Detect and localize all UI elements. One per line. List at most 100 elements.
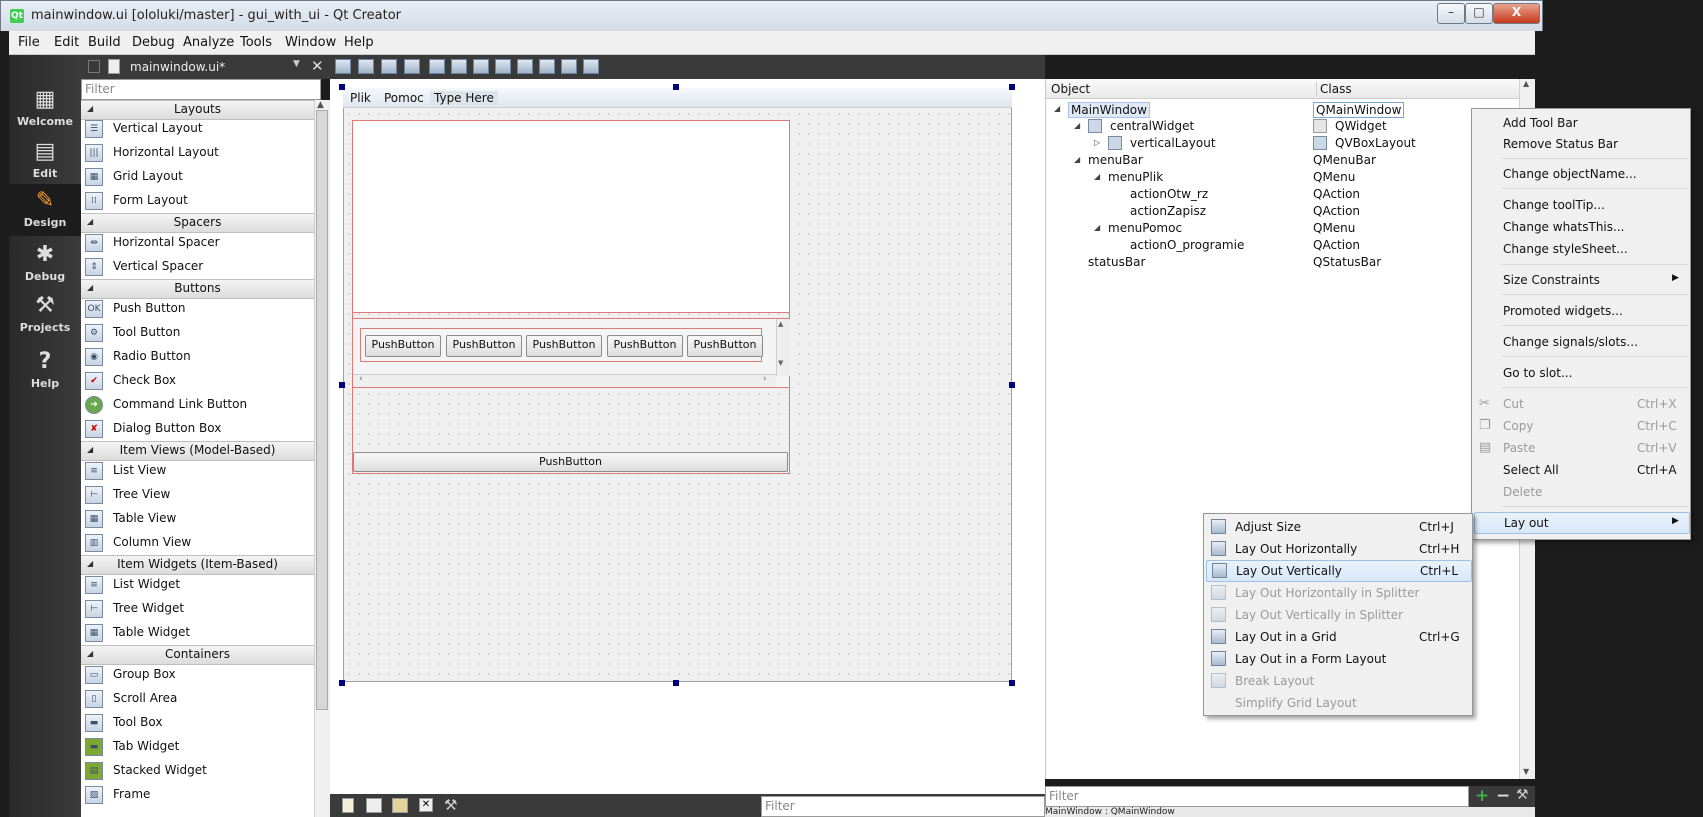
close-document-icon[interactable]: ✕ <box>311 57 324 75</box>
scroll-up-arrow-icon[interactable]: ▲ <box>778 320 783 328</box>
menu-item-promoted-widgets[interactable]: Promoted widgets... <box>1472 301 1690 321</box>
scroll-left-arrow-icon[interactable]: ‹ <box>359 374 363 384</box>
scroll-up-arrow-icon[interactable]: ▲ <box>317 100 324 110</box>
mode-help[interactable]: ? Help <box>9 345 81 397</box>
scroll-down-arrow-icon[interactable]: ▼ <box>1523 767 1529 776</box>
widget-tool-box[interactable]: ▬ Tool Box <box>81 711 314 735</box>
expand-arrow-icon[interactable]: ◢ <box>1054 104 1060 113</box>
tree-row-menuplik[interactable]: ◢ menuPlik QMenu <box>1046 169 1535 186</box>
resize-handle[interactable] <box>1009 84 1015 90</box>
form-menu-pomoc[interactable]: Pomoc <box>384 91 424 105</box>
scrollbar-thumb[interactable] <box>316 110 328 710</box>
collapsed-arrow-icon[interactable]: ▷ <box>1094 138 1100 147</box>
widget-horizontal-layout[interactable]: ||| Horizontal Layout <box>81 141 314 165</box>
edit-tab-order-icon[interactable] <box>404 59 420 74</box>
widget-table-view[interactable]: ▦ Table View <box>81 507 314 531</box>
menu-item-size-constraints[interactable]: Size Constraints ▶ <box>1472 270 1690 290</box>
form-push-button-1[interactable]: PushButton <box>365 335 441 357</box>
widget-box-scrollbar[interactable]: ▲ <box>314 100 330 817</box>
menu-item-break-layout[interactable]: Break Layout <box>1204 671 1472 691</box>
category-buttons[interactable]: ◢ Buttons <box>81 279 314 299</box>
chevron-down-icon[interactable]: ▼ <box>293 59 300 69</box>
menu-window[interactable]: Window <box>285 35 336 50</box>
resize-handle[interactable] <box>339 382 345 388</box>
class-column-header[interactable]: Class <box>1316 82 1352 96</box>
category-item-widgets[interactable]: ◢ Item Widgets (Item-Based) <box>81 555 314 575</box>
widget-grid-layout[interactable]: ▦ Grid Layout <box>81 165 314 189</box>
category-containers[interactable]: ◢ Containers <box>81 645 314 665</box>
menu-tools[interactable]: Tools <box>240 35 272 50</box>
layout-form-icon[interactable] <box>539 59 555 74</box>
tree-row-statusbar[interactable]: statusBar QStatusBar <box>1046 254 1535 271</box>
tree-row-centralwidget[interactable]: ◢ centralWidget QWidget <box>1046 118 1535 135</box>
wrench-icon[interactable]: ⚒ <box>1516 787 1529 803</box>
resize-handle[interactable] <box>339 680 345 686</box>
tree-row-actionzapisz[interactable]: actionZapisz QAction <box>1046 203 1535 220</box>
resize-handle[interactable] <box>339 84 345 90</box>
widget-tool-button[interactable]: ⚙ Tool Button <box>81 321 314 345</box>
form-push-button-5[interactable]: PushButton <box>687 335 763 357</box>
resize-handle[interactable] <box>1009 680 1015 686</box>
menu-item-add-tool-bar[interactable]: Add Tool Bar <box>1472 113 1690 133</box>
menu-item-adjust-size[interactable]: Adjust Size Ctrl+J <box>1204 517 1472 537</box>
menu-item-lay-out-vertically-splitter[interactable]: Lay Out Vertically in Splitter <box>1204 605 1472 625</box>
menu-analyze[interactable]: Analyze <box>183 35 234 50</box>
menu-item-remove-status-bar[interactable]: Remove Status Bar <box>1472 134 1690 154</box>
expand-arrow-icon[interactable]: ◢ <box>1094 172 1100 181</box>
menu-debug[interactable]: Debug <box>132 35 175 50</box>
widget-tree-view[interactable]: ⊢ Tree View <box>81 483 314 507</box>
menu-item-select-all[interactable]: Select All Ctrl+A <box>1472 460 1690 480</box>
remove-property-icon[interactable]: − <box>1496 786 1510 806</box>
layout-grid-icon[interactable] <box>517 59 533 74</box>
widget-scroll-area[interactable]: ▯ Scroll Area <box>81 687 314 711</box>
add-property-icon[interactable]: + <box>1475 786 1489 806</box>
resize-handle[interactable] <box>673 84 679 90</box>
mode-edit[interactable]: ▤ Edit <box>9 135 81 187</box>
widget-list-widget[interactable]: ≡ List Widget <box>81 573 314 597</box>
paste-action-icon[interactable] <box>392 798 408 813</box>
adjust-size-icon[interactable] <box>583 59 599 74</box>
action-filter-input[interactable]: Filter <box>761 796 1045 817</box>
menu-item-lay-out-horizontally[interactable]: Lay Out Horizontally Ctrl+H <box>1204 539 1472 559</box>
copy-action-icon[interactable] <box>366 798 382 813</box>
menu-item-lay-out-form[interactable]: Lay Out in a Form Layout <box>1204 649 1472 669</box>
form-push-button-4[interactable]: PushButton <box>607 335 683 357</box>
edit-buddies-icon[interactable] <box>381 59 397 74</box>
widget-check-box[interactable]: ✔ Check Box <box>81 369 314 393</box>
wrench-icon[interactable]: ⚒ <box>444 796 457 814</box>
menu-item-copy[interactable]: ❐ Copy Ctrl+C <box>1472 416 1690 436</box>
widget-command-link-button[interactable]: ➜ Command Link Button <box>81 393 314 417</box>
expand-arrow-icon[interactable]: ◢ <box>1074 155 1080 164</box>
widget-horizontal-spacer[interactable]: ⇹ Horizontal Spacer <box>81 231 314 255</box>
resize-handle[interactable] <box>673 680 679 686</box>
widget-dialog-button-box[interactable]: ✘ Dialog Button Box <box>81 417 314 441</box>
layout-vertical-icon[interactable] <box>451 59 467 74</box>
tree-row-mainwindow[interactable]: ◢ MainWindow QMainWindow <box>1046 101 1535 118</box>
widget-vertical-layout[interactable]: ☰ Vertical Layout <box>81 117 314 141</box>
form-push-button-3[interactable]: PushButton <box>526 335 602 357</box>
tree-row-menupomoc[interactable]: ◢ menuPomoc QMenu <box>1046 220 1535 237</box>
edit-widgets-icon[interactable] <box>335 59 351 74</box>
layout-vertical-splitter-icon[interactable] <box>495 59 511 74</box>
widget-stacked-widget[interactable]: ▤ Stacked Widget <box>81 759 314 783</box>
scroll-down-arrow-icon[interactable]: ▼ <box>778 359 783 367</box>
widget-list-view[interactable]: ≡ List View <box>81 459 314 483</box>
mode-design[interactable]: ✎ Design <box>9 184 81 236</box>
widget-group-box[interactable]: ▭ Group Box <box>81 663 314 687</box>
property-filter-input[interactable]: Filter <box>1045 786 1469 807</box>
menu-item-change-whatsthis[interactable]: Change whatsThis... <box>1472 217 1690 237</box>
form-push-button-2[interactable]: PushButton <box>446 335 522 357</box>
form-menu-type-here[interactable]: Type Here <box>430 91 498 105</box>
menu-item-change-stylesheet[interactable]: Change styleSheet... <box>1472 239 1690 259</box>
delete-action-icon[interactable]: ✕ <box>419 798 433 812</box>
widget-frame[interactable]: ▨ Frame <box>81 783 314 807</box>
category-spacers[interactable]: ◢ Spacers <box>81 213 314 233</box>
text-edit-widget[interactable] <box>352 120 790 313</box>
form-menu-plik[interactable]: Plik <box>350 91 371 105</box>
menu-item-simplify-grid[interactable]: Simplify Grid Layout <box>1204 693 1472 713</box>
widget-tab-widget[interactable]: ▬ Tab Widget <box>81 735 314 759</box>
layout-horizontal-splitter-icon[interactable] <box>473 59 489 74</box>
scroll-up-arrow-icon[interactable]: ▲ <box>1523 79 1529 88</box>
tree-row-menubar[interactable]: ◢ menuBar QMenuBar <box>1046 152 1535 169</box>
widget-push-button[interactable]: OK Push Button <box>81 297 314 321</box>
